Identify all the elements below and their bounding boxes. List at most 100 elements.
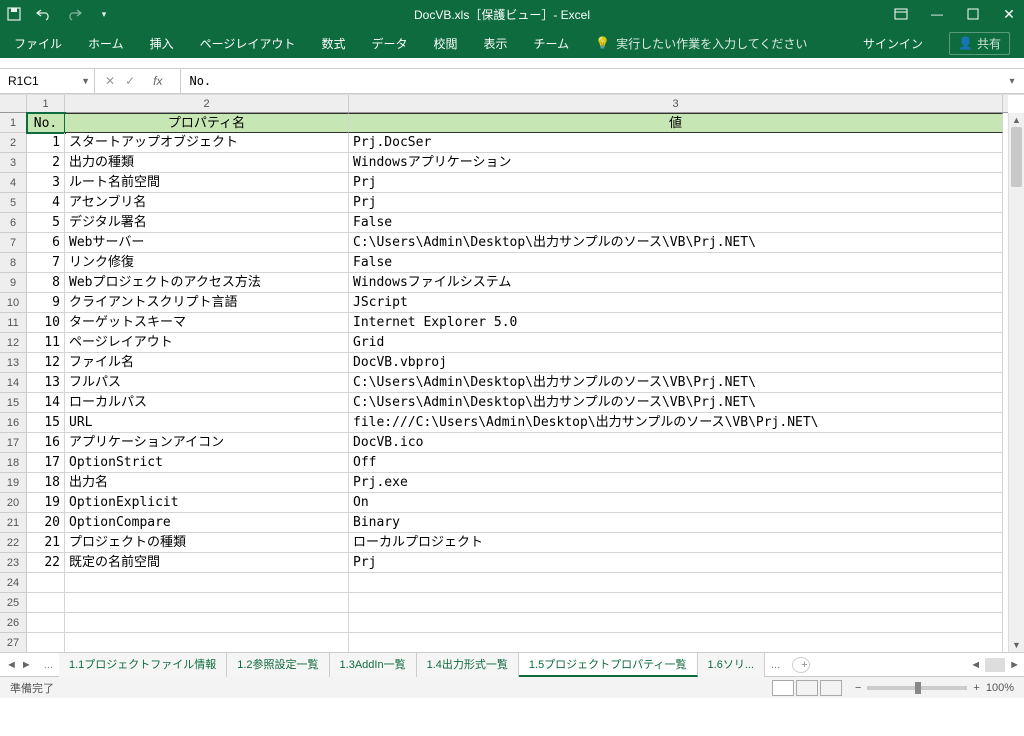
sheet-overflow-right[interactable]: ... [765, 659, 786, 671]
row-header[interactable]: 24 [0, 573, 26, 593]
cell[interactable]: 18 [27, 473, 65, 493]
zoom-in-button[interactable]: + [973, 682, 979, 694]
cell[interactable] [349, 633, 1003, 652]
row-header[interactable]: 21 [0, 513, 26, 533]
cell[interactable]: 22 [27, 553, 65, 573]
expand-formula-icon[interactable]: ▾ [1000, 76, 1024, 87]
row-header[interactable]: 14 [0, 373, 26, 393]
cell[interactable]: 5 [27, 213, 65, 233]
row-header[interactable]: 22 [0, 533, 26, 553]
cell[interactable]: Windowsアプリケーション [349, 153, 1003, 173]
cell[interactable]: 12 [27, 353, 65, 373]
cell[interactable]: 19 [27, 493, 65, 513]
cell[interactable] [27, 613, 65, 633]
hscroll-left-icon[interactable]: ◄ [970, 659, 981, 671]
cell[interactable]: JScript [349, 293, 1003, 313]
tab-formulas[interactable]: 数式 [321, 35, 345, 52]
sheet-tab[interactable]: 1.5プロジェクトプロパティ一覧 [519, 653, 698, 677]
sheet-tab[interactable]: 1.1プロジェクトファイル情報 [59, 653, 227, 677]
cell[interactable]: Off [349, 453, 1003, 473]
cell[interactable]: 既定の名前空間 [65, 553, 349, 573]
cell[interactable]: False [349, 213, 1003, 233]
cell[interactable]: 出力名 [65, 473, 349, 493]
cell[interactable]: Webサーバー [65, 233, 349, 253]
sheet-tab[interactable]: 1.2参照設定一覧 [227, 653, 329, 677]
row-header[interactable]: 23 [0, 553, 26, 573]
tab-data[interactable]: データ [371, 35, 407, 52]
cell[interactable]: 4 [27, 193, 65, 213]
cell[interactable] [27, 573, 65, 593]
row-header[interactable]: 17 [0, 433, 26, 453]
cell[interactable]: 13 [27, 373, 65, 393]
row-header[interactable]: 3 [0, 153, 26, 173]
header-cell-no[interactable]: No. [27, 113, 65, 133]
cell[interactable]: Grid [349, 333, 1003, 353]
hscroll-right-icon[interactable]: ► [1009, 659, 1020, 671]
signin-link[interactable]: サインイン [863, 35, 923, 52]
row-header[interactable]: 13 [0, 353, 26, 373]
cell[interactable]: Binary [349, 513, 1003, 533]
tab-layout[interactable]: ページレイアウト [200, 35, 296, 52]
chevron-down-icon[interactable]: ▼ [81, 76, 90, 86]
close-button[interactable]: ✕ [1000, 5, 1018, 23]
share-button[interactable]: 👤 共有 [949, 32, 1010, 55]
cancel-formula-icon[interactable]: ✕ [105, 74, 115, 88]
cell[interactable]: 6 [27, 233, 65, 253]
cell[interactable]: アセンブリ名 [65, 193, 349, 213]
cell[interactable]: フルパス [65, 373, 349, 393]
cell[interactable]: 21 [27, 533, 65, 553]
cell[interactable]: クライアントスクリプト言語 [65, 293, 349, 313]
ribbon-display-icon[interactable] [892, 5, 910, 23]
cell[interactable]: 17 [27, 453, 65, 473]
maximize-button[interactable] [964, 5, 982, 23]
cell[interactable]: 3 [27, 173, 65, 193]
cell[interactable] [27, 633, 65, 652]
cell[interactable]: OptionStrict [65, 453, 349, 473]
cell[interactable]: False [349, 253, 1003, 273]
sheet-nav-next-icon[interactable]: ► [21, 659, 32, 671]
cell[interactable]: DocVB.vbproj [349, 353, 1003, 373]
undo-icon[interactable] [36, 6, 52, 22]
cell[interactable]: URL [65, 413, 349, 433]
tab-home[interactable]: ホーム [88, 35, 124, 52]
cell[interactable] [349, 573, 1003, 593]
row-header[interactable]: 9 [0, 273, 26, 293]
row-header[interactable]: 27 [0, 633, 26, 652]
cell[interactable]: Internet Explorer 5.0 [349, 313, 1003, 333]
cell[interactable]: デジタル署名 [65, 213, 349, 233]
minimize-button[interactable]: — [928, 5, 946, 23]
cell[interactable]: C:\Users\Admin\Desktop\出力サンプルのソース\VB\Prj… [349, 393, 1003, 413]
qat-dropdown-icon[interactable]: ▾ [96, 6, 112, 22]
cell[interactable]: ページレイアウト [65, 333, 349, 353]
select-all-corner[interactable] [0, 95, 27, 113]
cell[interactable] [27, 593, 65, 613]
fx-icon[interactable]: fx [145, 74, 170, 88]
zoom-out-button[interactable]: − [855, 682, 861, 694]
cell[interactable]: 20 [27, 513, 65, 533]
zoom-level[interactable]: 100% [986, 682, 1014, 694]
row-header[interactable]: 12 [0, 333, 26, 353]
vertical-scrollbar[interactable]: ▲ ▼ [1008, 113, 1024, 652]
cell[interactable]: 1 [27, 133, 65, 153]
name-box[interactable]: R1C1 ▼ [0, 69, 95, 93]
page-break-view-button[interactable] [820, 680, 842, 696]
cell[interactable]: スタートアップオブジェクト [65, 133, 349, 153]
tell-me-search[interactable]: 💡 実行したい作業を入力してください [595, 35, 807, 52]
row-header[interactable]: 16 [0, 413, 26, 433]
cell[interactable] [349, 613, 1003, 633]
header-cell-prop[interactable]: プロパティ名 [65, 113, 349, 133]
row-header[interactable]: 26 [0, 613, 26, 633]
scroll-down-icon[interactable]: ▼ [1009, 638, 1024, 652]
sheet-nav-prev-icon[interactable]: ◄ [6, 659, 17, 671]
cell[interactable]: 15 [27, 413, 65, 433]
scroll-up-icon[interactable]: ▲ [1009, 113, 1024, 127]
row-header[interactable]: 1 [0, 113, 26, 133]
confirm-formula-icon[interactable]: ✓ [125, 74, 135, 88]
cell[interactable]: On [349, 493, 1003, 513]
row-header[interactable]: 10 [0, 293, 26, 313]
tab-view[interactable]: 表示 [483, 35, 507, 52]
redo-icon[interactable] [66, 6, 82, 22]
cell[interactable] [65, 593, 349, 613]
cell[interactable]: 16 [27, 433, 65, 453]
cell[interactable]: アプリケーションアイコン [65, 433, 349, 453]
